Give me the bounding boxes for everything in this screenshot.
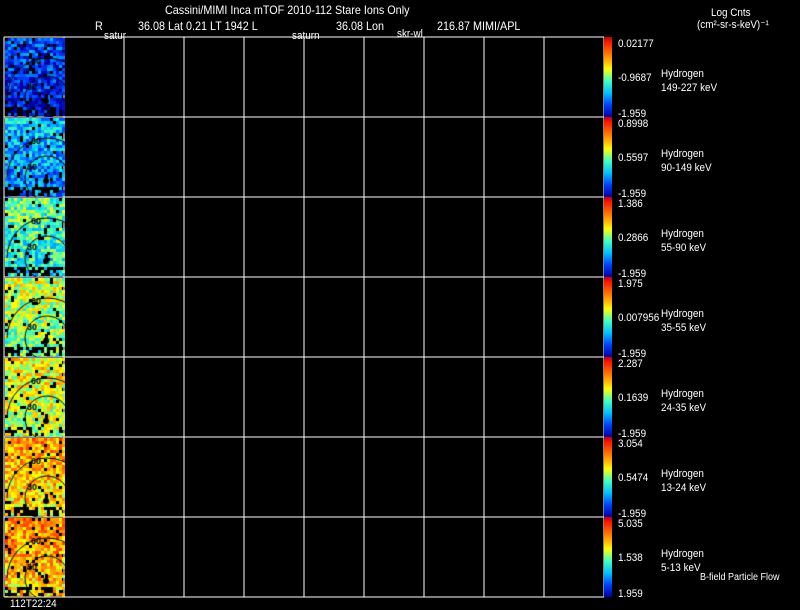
colorbar (604, 437, 612, 517)
energy-label: 5-13 keV (661, 562, 701, 574)
heatmap-panel (5, 118, 65, 197)
heatmap-panel (5, 38, 65, 117)
colorbar-mid: 1.538 (618, 552, 643, 564)
species-label: Hydrogen (661, 308, 704, 320)
colorbar-max: 1.386 (618, 198, 643, 210)
colorbar-mid: 0.1639 (618, 392, 649, 404)
time-label: 112T22:24 (10, 598, 57, 610)
energy-label: 24-35 keV (661, 402, 707, 414)
species-label: Hydrogen (661, 468, 704, 480)
heatmap-panel (5, 358, 65, 437)
bfield-legend: B-field Particle Flow (700, 572, 780, 583)
colorbar (604, 197, 612, 277)
energy-label: 13-24 keV (661, 482, 707, 494)
heatmap-panel (5, 278, 65, 357)
colorbar-mid: -0.9687 (618, 72, 652, 84)
species-label: Hydrogen (661, 388, 704, 400)
species-label: Hydrogen (661, 548, 704, 560)
heatmap-panel (5, 198, 65, 277)
colorbar-max: 0.8998 (618, 118, 649, 130)
heatmap-panel (5, 438, 65, 517)
energy-label: 55-90 keV (661, 242, 707, 254)
energy-label: 90-149 keV (661, 162, 712, 174)
colorbar-max: 5.035 (618, 518, 643, 530)
species-label: Hydrogen (661, 228, 704, 240)
colorbar-mid: 0.007956 (618, 312, 660, 324)
colorbar-max: 1.975 (618, 278, 643, 290)
colorbar-mid: 0.5474 (618, 472, 649, 484)
colorbar-max: 0.02177 (618, 38, 654, 50)
colorbar (604, 517, 612, 597)
colorbar (604, 117, 612, 197)
species-label: Hydrogen (661, 68, 704, 80)
heatmap-panel (5, 518, 65, 597)
colorbar-max: 3.054 (618, 438, 643, 450)
colorbar (604, 37, 612, 117)
colorbar-max: 2.287 (618, 358, 643, 370)
colorbar-min: 1.959 (618, 588, 643, 600)
energy-label: 35-55 keV (661, 322, 707, 334)
energy-label: 149-227 keV (661, 82, 718, 94)
species-label: Hydrogen (661, 148, 704, 160)
colorbar (604, 357, 612, 437)
colorbar-mid: 0.5597 (618, 152, 649, 164)
colorbar (604, 277, 612, 357)
colorbar-mid: 0.2866 (618, 232, 649, 244)
